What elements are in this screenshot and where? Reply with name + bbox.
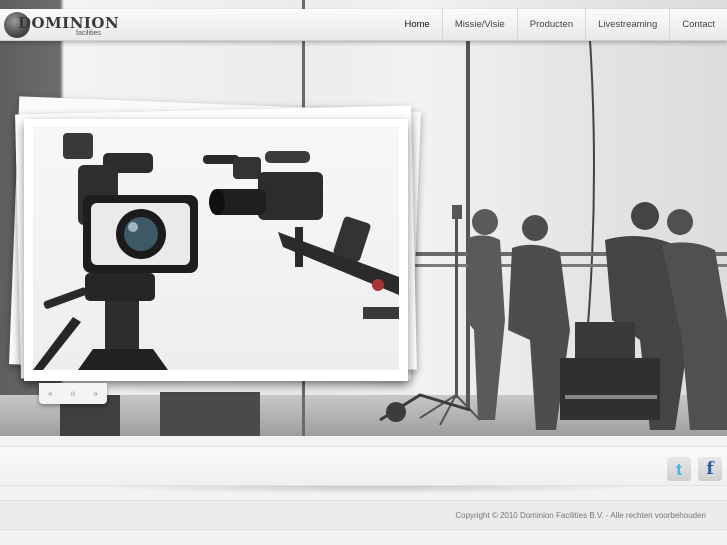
next-icon[interactable]: » xyxy=(87,389,105,398)
lens-front xyxy=(209,189,225,215)
brand-subtitle: facilities xyxy=(76,30,101,37)
camcorder-body xyxy=(258,172,323,220)
light-stand xyxy=(455,218,458,398)
jib-knob xyxy=(372,279,384,291)
light-head xyxy=(452,205,462,219)
lens-glass xyxy=(124,217,158,251)
foreground-equipment xyxy=(160,392,260,436)
nav-item-producten[interactable]: Producten xyxy=(516,9,585,41)
nav-item-livestreaming[interactable]: Livestreaming xyxy=(585,9,669,41)
flight-case-trim xyxy=(565,395,657,399)
camera-top-handle xyxy=(265,151,310,163)
tripod-leg xyxy=(33,317,81,370)
jib-counterweight xyxy=(363,307,399,319)
top-navigation-bar: DOMINION facilities Home Missie/Visie Pr… xyxy=(0,9,727,41)
main-menu: Home Missie/Visie Producten Livestreamin… xyxy=(392,9,727,41)
camcorder-mount xyxy=(295,227,303,267)
studio-pole xyxy=(466,40,470,410)
previous-icon[interactable]: « xyxy=(41,389,59,398)
nav-item-missie-visie[interactable]: Missie/Visie xyxy=(441,9,517,41)
brand-name: DOMINION xyxy=(18,14,120,32)
camera-mic xyxy=(63,133,93,159)
studio-cable xyxy=(584,39,595,361)
twitter-glyph: t xyxy=(676,460,682,479)
tripod-head xyxy=(85,273,155,301)
tripod-legs xyxy=(419,394,481,426)
jib-mount xyxy=(333,216,371,262)
slideshow-photo xyxy=(33,127,399,370)
divider-shadow xyxy=(90,486,650,494)
nav-item-contact[interactable]: Contact xyxy=(669,9,727,41)
brand-logo[interactable]: DOMINION facilities xyxy=(4,11,119,39)
svg-text:t: t xyxy=(676,460,682,479)
slideshow-photo-frame[interactable] xyxy=(24,119,408,381)
social-band xyxy=(0,446,727,486)
slideshow-controls: « ıı » xyxy=(39,383,107,404)
crew-person xyxy=(466,209,505,420)
tripod-base xyxy=(78,349,168,370)
flight-case xyxy=(575,322,635,358)
tripod-column xyxy=(105,301,139,349)
facebook-icon[interactable]: f xyxy=(698,457,722,481)
lens-reflection xyxy=(128,222,138,232)
camera-body-small xyxy=(233,157,261,179)
pan-handle xyxy=(43,287,88,309)
twitter-icon[interactable]: t xyxy=(667,457,691,481)
nav-item-home[interactable]: Home xyxy=(392,9,441,41)
pause-icon[interactable]: ıı xyxy=(64,389,82,398)
copyright-text: Copyright © 2010 Dominion Facilities B.V… xyxy=(455,511,706,520)
camera-equipment-illustration xyxy=(33,133,399,370)
flight-case xyxy=(560,358,660,420)
footer: Copyright © 2010 Dominion Facilities B.V… xyxy=(0,500,727,530)
